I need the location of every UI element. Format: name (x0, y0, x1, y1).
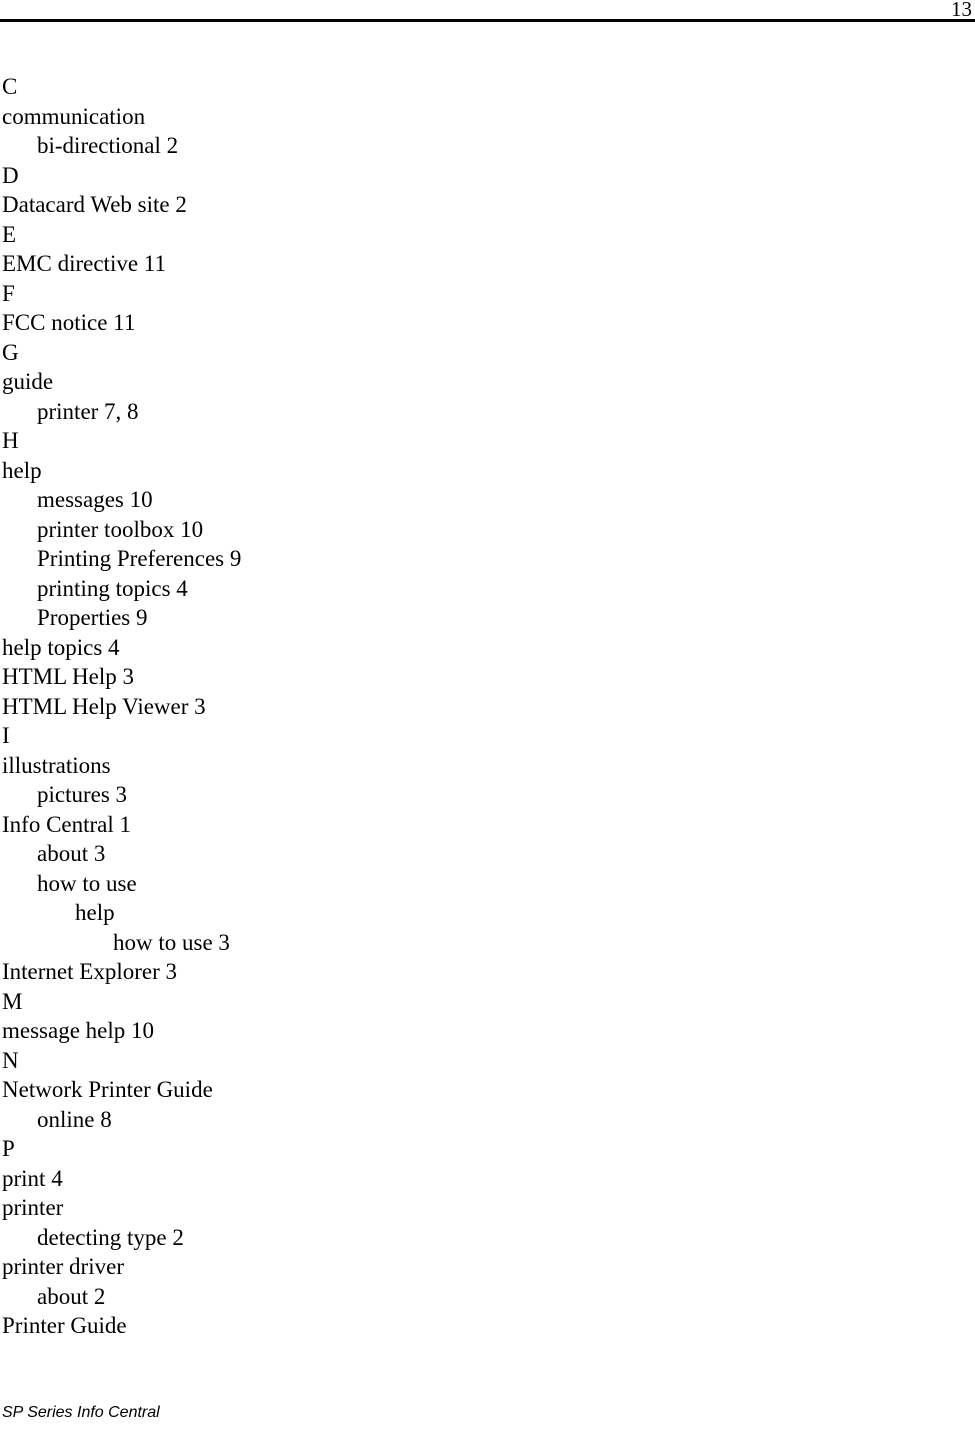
index-entry: Properties 9 (37, 605, 148, 630)
page-header: 13 (0, 0, 975, 22)
index-entry: how to use (37, 870, 137, 896)
index-entry: printer (2, 1195, 64, 1220)
index-entry: I (2, 723, 10, 748)
index-entry: Printer Guide (2, 1313, 127, 1338)
index-entry: communication (2, 103, 146, 129)
index-entry: bi-directional 2 (37, 133, 179, 158)
index-entry: Network Printer Guide (2, 1077, 213, 1102)
index-entry: guide (2, 369, 54, 394)
index-entry: online 8 (37, 1106, 112, 1132)
index-entry: printer toolbox 10 (37, 516, 204, 542)
index-entry: Datacard Web site 2 (2, 192, 187, 217)
index-entry: E (2, 221, 17, 247)
index-entry: message help 10 (2, 1018, 155, 1043)
index-entry: D (2, 162, 19, 188)
index-entry: HTML Help Viewer 3 (2, 693, 206, 719)
index-entry: Internet Explorer 3 (2, 959, 177, 984)
index-entry: Printing Preferences 9 (37, 546, 242, 571)
index-entry: messages 10 (37, 487, 153, 512)
index-entry: HTML Help 3 (2, 664, 135, 689)
index-entry: pictures 3 (37, 782, 128, 807)
index-entry: illustrations (2, 752, 111, 778)
document-page: 13 Ccommunication bi-directional 2 D Dataca… (0, 0, 975, 1432)
index-entry: EMC directive 11 (2, 251, 166, 276)
index-entry: P (2, 1136, 15, 1161)
index-entry: C (2, 74, 18, 99)
index-entry: about 2 (37, 1283, 106, 1309)
index-entry-list: Ccommunication bi-directional 2 D Datacard … (2, 72, 962, 1341)
index-entry: print 4 (2, 1165, 63, 1191)
index-entry: G (2, 339, 19, 365)
page-number: 13 (951, 0, 972, 21)
index-entry: about 3 (37, 841, 106, 866)
header-rule (0, 19, 975, 22)
index-entry: printer 7, 8 (37, 398, 139, 424)
page-footer: SP Series Info Central (2, 1403, 602, 1423)
index-entry: H (2, 428, 19, 453)
index-entry: help (2, 457, 42, 483)
index-entry: Info Central 1 (2, 811, 132, 837)
index-entry: FCC notice 11 (2, 310, 136, 335)
index-entry: printer driver (2, 1254, 124, 1279)
index-entry: help topics 4 (2, 634, 120, 660)
index-entry: M (2, 988, 23, 1014)
index-entry: printing topics 4 (37, 575, 188, 601)
index-entry: help (75, 900, 115, 925)
index-entry: F (2, 280, 15, 306)
index-entry: N (2, 1047, 19, 1073)
footer-document-title: SP Series Info Central (2, 1404, 160, 1421)
index-entry: how to use 3 (113, 929, 230, 955)
index-entry: detecting type 2 (37, 1224, 184, 1250)
